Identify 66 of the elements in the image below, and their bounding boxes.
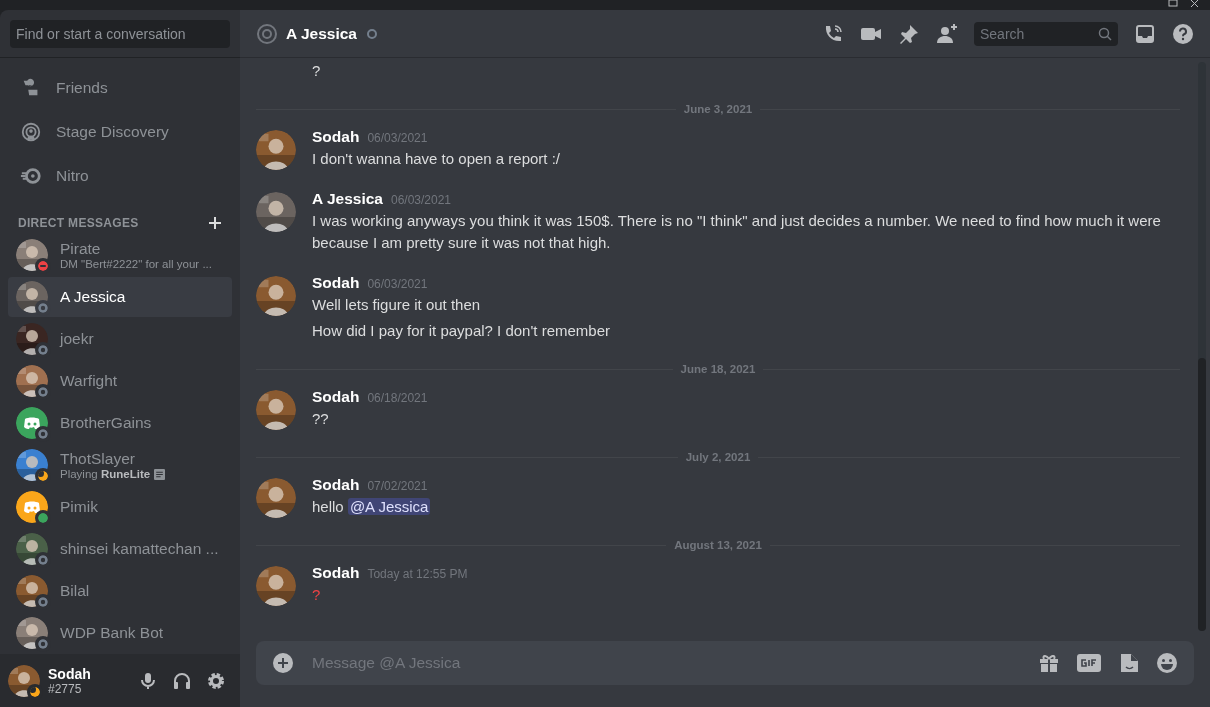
- author-name[interactable]: Sodah: [312, 564, 360, 582]
- gif-icon[interactable]: [1076, 652, 1102, 674]
- message-text: I was working anyways you think it was 150$. There is no "I think" and just decides a number. We need to find how much it were because I am pretty sure it was not that high.: [312, 211, 1162, 253]
- dm-item[interactable]: Bilal: [8, 571, 232, 611]
- status-text: Playing RuneLite: [60, 468, 151, 480]
- nav-item[interactable]: Stage Discovery: [8, 110, 232, 154]
- plus-icon[interactable]: [272, 652, 294, 674]
- message-text: I don't wanna have to open a report :/: [312, 149, 561, 169]
- username: Sodah: [48, 665, 91, 682]
- dm-item[interactable]: Pimik: [8, 487, 232, 527]
- message-text: Well lets figure it out then: [312, 295, 482, 315]
- nitro-icon: [20, 165, 42, 187]
- search-field[interactable]: Search: [974, 21, 1118, 46]
- help-icon[interactable]: [1172, 22, 1194, 45]
- date-divider: July 2, 2021: [685, 451, 751, 463]
- inbox-icon[interactable]: [1134, 22, 1156, 45]
- date-divider: June 18, 2021: [680, 363, 756, 375]
- microphone-icon[interactable]: [138, 670, 158, 691]
- dm-item[interactable]: Pirate DM "Bert#2222" for all your ...: [8, 235, 232, 275]
- author-name[interactable]: Sodah: [312, 128, 360, 146]
- message-text: How did I pay for it paypal? I don't remember: [312, 321, 610, 341]
- emoji-icon[interactable]: [1156, 652, 1178, 674]
- dm-item[interactable]: shinsei kamattechan ...: [8, 529, 232, 569]
- message-text: ?: [312, 61, 321, 81]
- author-name[interactable]: Sodah: [312, 476, 360, 494]
- nav-item[interactable]: Friends: [8, 66, 232, 110]
- message-text: hello @A Jessica: [312, 497, 431, 517]
- message-text: ??: [312, 409, 330, 429]
- status-text: DM "Bert#2222" for all your ...: [60, 258, 212, 270]
- timestamp: 06/18/2021: [367, 391, 428, 405]
- scrollbar[interactable]: [1198, 62, 1206, 631]
- mention-link[interactable]: @A Jessica: [347, 498, 431, 515]
- close-icon[interactable]: [1190, 0, 1200, 7]
- dm-item[interactable]: joekr: [8, 319, 232, 359]
- dm-item[interactable]: A Jessica: [8, 277, 232, 317]
- add-friend-icon[interactable]: [936, 22, 958, 45]
- date-divider: August 13, 2021: [674, 539, 762, 551]
- gift-icon[interactable]: [1038, 652, 1060, 674]
- search-icon: [1098, 26, 1112, 41]
- headphones-icon[interactable]: [172, 670, 192, 691]
- dm-item[interactable]: BrotherGains: [8, 403, 232, 443]
- timestamp: 07/02/2021: [367, 479, 428, 493]
- timestamp: 06/03/2021: [367, 131, 428, 145]
- user-tag: #2775: [48, 681, 91, 696]
- search-field[interactable]: Find or start a conversation: [10, 19, 230, 48]
- dm-item[interactable]: ThotSlayer Playing RuneLite: [8, 445, 232, 485]
- maximize-icon[interactable]: [1168, 0, 1178, 7]
- message-text: ?: [312, 585, 322, 605]
- author-name[interactable]: Sodah: [312, 388, 360, 406]
- date-divider: June 3, 2021: [683, 103, 753, 115]
- channel-title: A Jessica: [286, 24, 357, 43]
- dm-item[interactable]: WDP Bank Bot: [8, 613, 232, 653]
- dm-item[interactable]: Warfight: [8, 361, 232, 401]
- document-icon: [154, 468, 166, 480]
- nav-item[interactable]: Nitro: [8, 154, 232, 198]
- pin-icon[interactable]: [898, 22, 920, 45]
- sticker-icon[interactable]: [1118, 652, 1140, 674]
- timestamp: Today at 12:55 PM: [367, 567, 468, 581]
- section-header: DIRECT MESSAGES: [18, 216, 139, 230]
- plus-icon[interactable]: [208, 216, 222, 230]
- timestamp: 06/03/2021: [367, 277, 428, 291]
- stage-icon: [20, 121, 42, 143]
- author-name[interactable]: Sodah: [312, 274, 360, 292]
- timestamp: 06/03/2021: [390, 193, 452, 207]
- author-name[interactable]: A Jessica: [312, 190, 383, 208]
- settings-icon[interactable]: [206, 670, 226, 691]
